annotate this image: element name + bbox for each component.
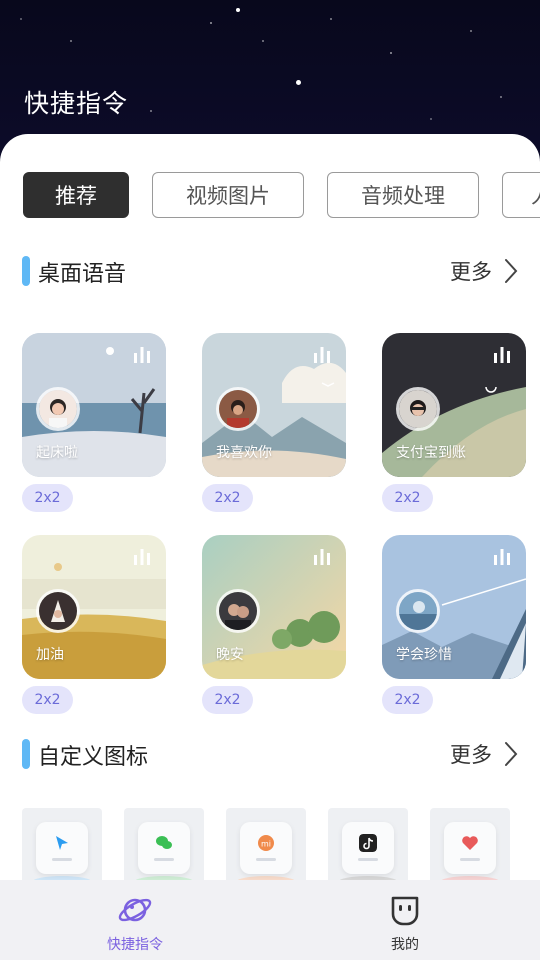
- icon-tile-mi[interactable]: mi: [226, 808, 306, 888]
- icon-section-title: 自定义图标: [38, 745, 149, 770]
- sound-wave-icon: [314, 549, 330, 565]
- icon-tile-wechat[interactable]: [124, 808, 204, 888]
- voice-card-cherish[interactable]: 学会珍惜: [382, 535, 526, 679]
- nav-shortcuts[interactable]: 快捷指令: [0, 880, 270, 960]
- tab-partial[interactable]: 人: [502, 172, 540, 218]
- mi-icon: mi: [258, 835, 274, 851]
- size-badge: 2x2: [382, 686, 433, 714]
- nav-label: 我的: [391, 937, 419, 953]
- bottom-navigation: 快捷指令 我的: [0, 880, 540, 960]
- card-label: 我喜欢你: [216, 445, 272, 461]
- more-label: 更多: [450, 743, 492, 767]
- planet-icon: [118, 898, 152, 922]
- icon-tile-heart[interactable]: [430, 808, 510, 888]
- sound-wave-icon: [134, 549, 150, 565]
- voice-card-i-like-you[interactable]: 我喜欢你: [202, 333, 346, 477]
- tab-recommend[interactable]: 推荐: [23, 172, 129, 218]
- voice-more-button[interactable]: 更多: [450, 254, 518, 288]
- sound-wave-icon: [314, 347, 330, 363]
- voice-card-alipay[interactable]: 支付宝到账: [382, 333, 526, 477]
- card-label: 起床啦: [36, 445, 78, 461]
- tab-video-image[interactable]: 视频图片: [152, 172, 304, 218]
- section-accent-bar: [22, 256, 30, 286]
- more-label: 更多: [450, 260, 492, 284]
- card-label: 加油: [36, 647, 64, 663]
- avatar: [396, 387, 440, 431]
- size-badge: 2x2: [22, 484, 73, 512]
- card-label: 学会珍惜: [396, 647, 452, 663]
- voice-section-header: 桌面语音 更多: [22, 254, 518, 288]
- nav-mine[interactable]: 我的: [270, 880, 540, 960]
- icon-section-header: 自定义图标 更多: [22, 737, 518, 771]
- face-icon: [391, 896, 419, 926]
- wechat-icon: [156, 836, 172, 849]
- voice-card-cheer[interactable]: 加油: [22, 535, 166, 679]
- card-label: 晚安: [216, 647, 244, 663]
- icon-tile-tiktok[interactable]: [328, 808, 408, 888]
- sound-wave-icon: [494, 549, 510, 565]
- size-badge: 2x2: [382, 484, 433, 512]
- card-label: 支付宝到账: [396, 445, 466, 461]
- tiktok-icon: [359, 834, 377, 852]
- sound-wave-icon: [134, 347, 150, 363]
- page-title: 快捷指令: [24, 89, 129, 118]
- avatar: [396, 589, 440, 633]
- chevron-right-icon: [505, 742, 518, 766]
- heart-icon: [462, 836, 478, 850]
- avatar: [36, 589, 80, 633]
- navigation-arrow-icon: [56, 836, 68, 850]
- avatar: [216, 387, 260, 431]
- nav-label: 快捷指令: [107, 937, 163, 953]
- size-badge: 2x2: [202, 484, 253, 512]
- size-badge: 2x2: [202, 686, 253, 714]
- sound-wave-icon: [494, 347, 510, 363]
- avatar: [36, 387, 80, 431]
- tab-audio[interactable]: 音频处理: [327, 172, 479, 218]
- size-badge: 2x2: [22, 686, 73, 714]
- section-accent-bar: [22, 739, 30, 769]
- icon-more-button[interactable]: 更多: [450, 737, 518, 771]
- svg-text:mi: mi: [261, 840, 271, 849]
- voice-card-wake-up[interactable]: 起床啦: [22, 333, 166, 477]
- voice-card-good-night[interactable]: 晚安: [202, 535, 346, 679]
- avatar: [216, 589, 260, 633]
- voice-section-title: 桌面语音: [38, 262, 127, 287]
- content-panel: 推荐 视频图片 音频处理 人 桌面语音 更多 起床啦 2x2: [0, 134, 540, 960]
- chevron-right-icon: [505, 259, 518, 283]
- icon-tile-navigation[interactable]: [22, 808, 102, 888]
